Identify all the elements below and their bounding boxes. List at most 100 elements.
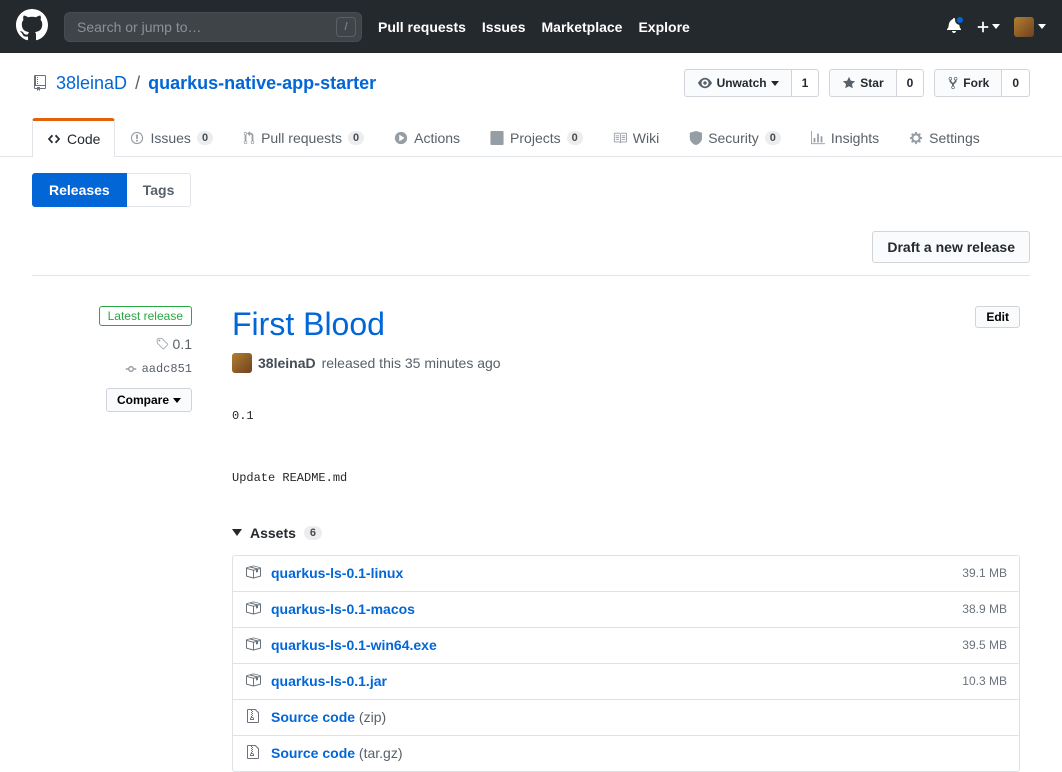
release-tag-link[interactable]: 0.1 [32,336,192,352]
user-avatar [1014,17,1034,37]
global-header: / Pull requests Issues Marketplace Explo… [0,0,1062,53]
gear-icon [909,131,923,145]
unwatch-label: Unwatch [717,73,767,93]
unwatch-button[interactable]: Unwatch [684,69,792,97]
release-title-link[interactable]: First Blood [232,306,385,343]
fork-label: Fork [963,73,989,93]
search-input[interactable] [64,12,362,42]
tab-issues[interactable]: Issues 0 [115,118,228,157]
repo-nav: Code Issues 0 Pull requests 0 Actions Pr… [0,117,1062,157]
code-icon [47,132,61,146]
tab-actions[interactable]: Actions [379,118,475,157]
tab-label: Issues [150,130,190,146]
compare-label: Compare [117,393,169,407]
subnav-releases[interactable]: Releases [32,173,127,207]
package-icon [245,636,261,655]
header-right [946,17,1046,37]
release-commit-link[interactable]: aadc851 [32,362,192,376]
tab-security[interactable]: Security 0 [674,118,796,157]
tab-settings[interactable]: Settings [894,118,995,157]
assets-count: 6 [304,526,322,540]
asset-row: quarkus-ls-0.1-linux39.1 MB [233,556,1019,591]
fork-button[interactable]: Fork [934,69,1002,97]
nav-issues[interactable]: Issues [482,19,526,35]
tab-label: Pull requests [261,130,342,146]
tab-label: Code [67,131,100,147]
file-zip-icon [245,708,261,727]
tab-wiki[interactable]: Wiki [598,118,674,157]
asset-row: Source code (zip) [233,699,1019,735]
author-avatar[interactable] [232,353,252,373]
project-icon [490,131,504,145]
tab-code[interactable]: Code [32,118,115,157]
asset-list: quarkus-ls-0.1-linux39.1 MBquarkus-ls-0.… [232,555,1020,772]
star-count[interactable]: 0 [897,69,925,97]
star-group: Star 0 [829,69,924,97]
file-zip-icon [245,744,261,763]
watchers-count[interactable]: 1 [792,69,820,97]
create-new-menu[interactable] [976,20,1000,34]
book-icon [613,131,627,145]
nav-pull-requests[interactable]: Pull requests [378,19,466,35]
pull-request-icon [243,131,255,145]
commit-icon [124,363,138,375]
search-container: / [64,12,362,42]
repo-head: 38leinaD / quarkus-native-app-starter Un… [0,53,1062,97]
search-slash-hint: / [336,17,356,37]
release-meta: Latest release 0.1 aadc851 Compare [32,306,212,772]
asset-link[interactable]: Source code (tar.gz) [271,745,403,761]
edit-release-button[interactable]: Edit [975,306,1020,328]
notifications-button[interactable] [946,17,962,36]
asset-row: quarkus-ls-0.1-win64.exe39.5 MB [233,627,1019,663]
caret-down-icon [992,24,1000,29]
nav-explore[interactable]: Explore [638,19,689,35]
tag-icon [155,337,169,351]
release-body: First Blood Edit 38leinaD released this … [212,306,1030,772]
star-button[interactable]: Star [829,69,896,97]
asset-link[interactable]: quarkus-ls-0.1-win64.exe [271,637,437,653]
tab-pull-requests[interactable]: Pull requests 0 [228,118,379,157]
star-icon [842,76,856,90]
issue-icon [130,131,144,145]
github-logo[interactable] [16,9,48,44]
tab-label: Insights [831,130,879,146]
global-nav: Pull requests Issues Marketplace Explore [378,19,690,35]
tab-label: Security [708,130,759,146]
tag-name: 0.1 [173,336,192,352]
asset-link[interactable]: quarkus-ls-0.1-linux [271,565,403,581]
tab-counter: 0 [348,131,364,145]
eye-icon [697,76,713,90]
graph-icon [811,131,825,145]
asset-size: 38.9 MB [962,602,1007,616]
notification-indicator-dot [955,15,965,25]
user-menu[interactable] [1014,17,1046,37]
caret-down-icon [173,398,181,403]
disclosure-triangle-icon [232,529,242,536]
release-notes: 0.1 Update README.md [232,401,1020,495]
repo-actions: Unwatch 1 Star 0 Fork 0 [684,69,1030,97]
fork-icon [947,76,959,90]
repo-owner-link[interactable]: 38leinaD [56,73,127,94]
draft-release-button[interactable]: Draft a new release [872,231,1030,263]
play-icon [394,131,408,145]
star-label: Star [860,73,883,93]
author-link[interactable]: 38leinaD [258,355,316,371]
tab-projects[interactable]: Projects 0 [475,118,598,157]
tab-label: Actions [414,130,460,146]
asset-link[interactable]: quarkus-ls-0.1.jar [271,673,387,689]
compare-button[interactable]: Compare [106,388,192,412]
release-authorship: 38leinaD released this 35 minutes ago [232,353,1020,373]
tab-insights[interactable]: Insights [796,118,894,157]
asset-link[interactable]: quarkus-ls-0.1-macos [271,601,415,617]
repo-title: 38leinaD / quarkus-native-app-starter [32,73,376,94]
tab-label: Projects [510,130,561,146]
asset-link[interactable]: Source code (zip) [271,709,386,725]
subnav-tags[interactable]: Tags [127,173,192,207]
fork-count[interactable]: 0 [1002,69,1030,97]
nav-marketplace[interactable]: Marketplace [542,19,623,35]
caret-down-icon [771,81,779,86]
path-separator: / [135,73,140,94]
assets-toggle[interactable]: Assets 6 [232,525,1020,541]
tab-label: Wiki [633,130,659,146]
repo-name-link[interactable]: quarkus-native-app-starter [148,73,376,94]
